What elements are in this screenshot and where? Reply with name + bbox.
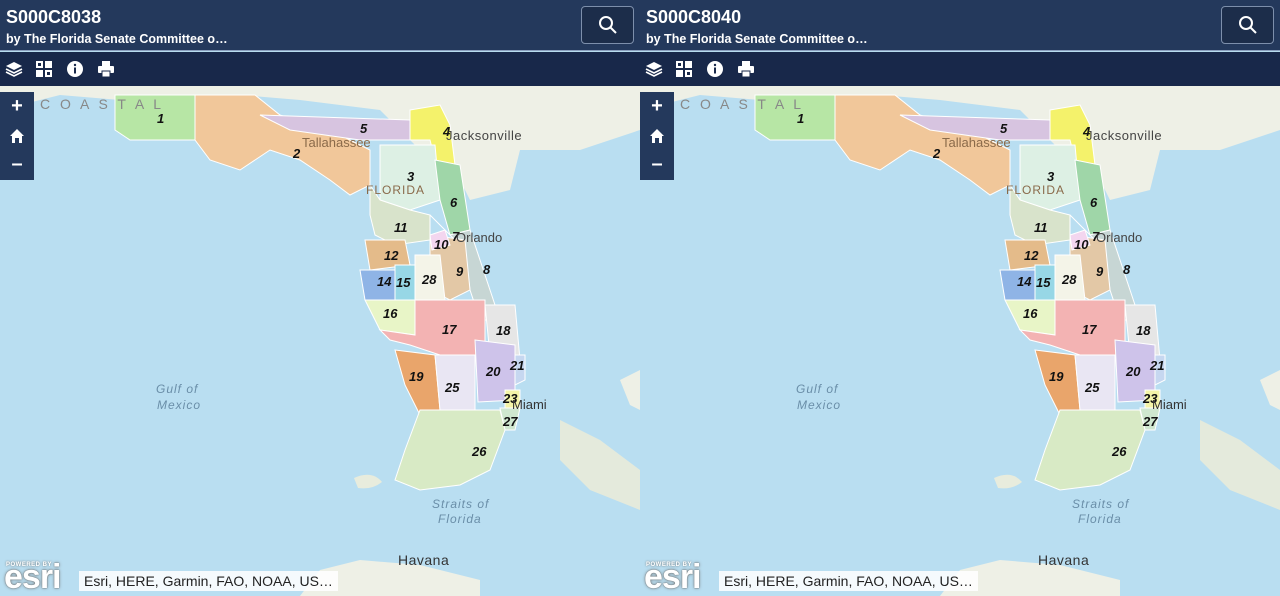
district-label-2: 2 — [292, 146, 301, 161]
district-label-16: 16 — [1023, 306, 1038, 321]
district-label-3: 3 — [407, 169, 415, 184]
district-label-26: 26 — [1111, 444, 1127, 459]
layers-icon — [645, 62, 663, 77]
district-label-28: 28 — [421, 272, 437, 287]
map-subtitle: by The Florida Senate Committee o… — [6, 32, 228, 46]
district-label-1: 1 — [157, 111, 164, 126]
zoom-controls: + – — [640, 92, 674, 180]
district-label-5: 5 — [1000, 121, 1008, 136]
search-icon — [598, 16, 617, 34]
map-panel-right: 1 2 3 4 5 6 7 8 9 10 11 12 14 15 16 17 1… — [640, 0, 1280, 596]
print-button[interactable] — [736, 59, 756, 79]
home-icon — [650, 128, 664, 143]
basemap-gallery-icon — [676, 61, 692, 77]
search-icon — [1238, 16, 1257, 34]
basemap-gallery-button[interactable] — [34, 59, 54, 79]
district-label-17: 17 — [442, 322, 457, 337]
district-label-19: 19 — [1049, 369, 1064, 384]
district-label-19: 19 — [409, 369, 424, 384]
zoom-controls: + – — [0, 92, 34, 180]
district-label-21: 21 — [509, 358, 524, 373]
info-icon — [67, 61, 83, 77]
map-title: S000C8038 — [6, 7, 102, 27]
district-label-2: 2 — [932, 146, 941, 161]
district-label-27: 27 — [502, 414, 518, 429]
basemap-gallery-icon — [36, 61, 52, 77]
district-label-12: 12 — [1024, 248, 1039, 263]
district-label-6: 6 — [450, 195, 458, 210]
district-label-7: 7 — [1092, 229, 1100, 244]
district-label-25: 25 — [444, 380, 460, 395]
basemap-gallery-button[interactable] — [674, 59, 694, 79]
district-label-9: 9 — [1096, 264, 1104, 279]
map-view[interactable]: 1 2 3 4 5 6 7 8 9 10 11 12 14 15 16 17 1… — [0, 86, 640, 596]
district-label-8: 8 — [1123, 262, 1131, 277]
district-label-9: 9 — [456, 264, 464, 279]
district-label-17: 17 — [1082, 322, 1097, 337]
district-label-16: 16 — [383, 306, 398, 321]
esri-logo[interactable]: esri — [644, 560, 701, 594]
attribution-text[interactable]: Esri, HERE, Garmin, FAO, NOAA, US… — [79, 571, 338, 591]
district-label-6: 6 — [1090, 195, 1098, 210]
district-label-23: 23 — [1142, 391, 1158, 406]
zoom-in-button[interactable]: + — [0, 92, 34, 121]
app-header: S000C8038 by The Florida Senate Committe… — [0, 0, 640, 51]
layers-icon — [5, 62, 23, 77]
district-label-4: 4 — [442, 124, 451, 139]
district-label-14: 14 — [1017, 274, 1032, 289]
map-view[interactable]: 1 2 3 4 5 6 7 8 9 10 11 12 14 15 16 17 1… — [640, 86, 1280, 596]
info-icon — [707, 61, 723, 77]
district-label-4: 4 — [1082, 124, 1091, 139]
district-label-12: 12 — [384, 248, 399, 263]
home-button[interactable] — [640, 121, 674, 150]
district-label-25: 25 — [1084, 380, 1100, 395]
district-label-10: 10 — [1074, 237, 1089, 252]
district-label-27: 27 — [1142, 414, 1158, 429]
print-icon — [98, 61, 114, 78]
search-button[interactable] — [581, 6, 634, 44]
map-toolbar — [640, 52, 1280, 86]
layers-button[interactable] — [4, 59, 24, 79]
district-label-1: 1 — [797, 111, 804, 126]
zoom-in-button[interactable]: + — [640, 92, 674, 121]
district-label-18: 18 — [1136, 323, 1151, 338]
zoom-out-button[interactable]: – — [0, 150, 34, 179]
esri-logo[interactable]: esri — [4, 560, 61, 594]
app-header: S000C8040 by The Florida Senate Committe… — [640, 0, 1280, 51]
district-label-11: 11 — [1034, 220, 1048, 235]
print-button[interactable] — [96, 59, 116, 79]
district-label-15: 15 — [1036, 275, 1051, 290]
district-label-23: 23 — [502, 391, 518, 406]
print-icon — [738, 61, 754, 78]
info-button[interactable] — [65, 59, 85, 79]
map-subtitle: by The Florida Senate Committee o… — [646, 32, 868, 46]
zoom-out-button[interactable]: – — [640, 150, 674, 179]
district-label-5: 5 — [360, 121, 368, 136]
district-label-11: 11 — [394, 220, 408, 235]
district-label-20: 20 — [1125, 364, 1141, 379]
layers-button[interactable] — [644, 59, 664, 79]
district-label-26: 26 — [471, 444, 487, 459]
district-label-7: 7 — [452, 229, 460, 244]
home-icon — [10, 128, 24, 143]
map-toolbar — [0, 52, 640, 86]
district-label-14: 14 — [377, 274, 392, 289]
info-button[interactable] — [705, 59, 725, 79]
district-label-10: 10 — [434, 237, 449, 252]
map-panel-left: 1 2 3 4 5 6 7 8 9 10 11 12 14 15 16 17 1… — [0, 0, 640, 596]
attribution-bar: POWERED BY esri Esri, HERE, Garmin, FAO,… — [640, 560, 1280, 596]
map-title: S000C8040 — [646, 7, 742, 27]
attribution-bar: POWERED BY esri Esri, HERE, Garmin, FAO,… — [0, 560, 640, 596]
district-label-15: 15 — [396, 275, 411, 290]
district-label-21: 21 — [1149, 358, 1164, 373]
district-label-3: 3 — [1047, 169, 1055, 184]
attribution-text[interactable]: Esri, HERE, Garmin, FAO, NOAA, US… — [719, 571, 978, 591]
home-button[interactable] — [0, 121, 34, 150]
district-label-8: 8 — [483, 262, 491, 277]
district-label-28: 28 — [1061, 272, 1077, 287]
district-label-18: 18 — [496, 323, 511, 338]
search-button[interactable] — [1221, 6, 1274, 44]
district-label-20: 20 — [485, 364, 501, 379]
